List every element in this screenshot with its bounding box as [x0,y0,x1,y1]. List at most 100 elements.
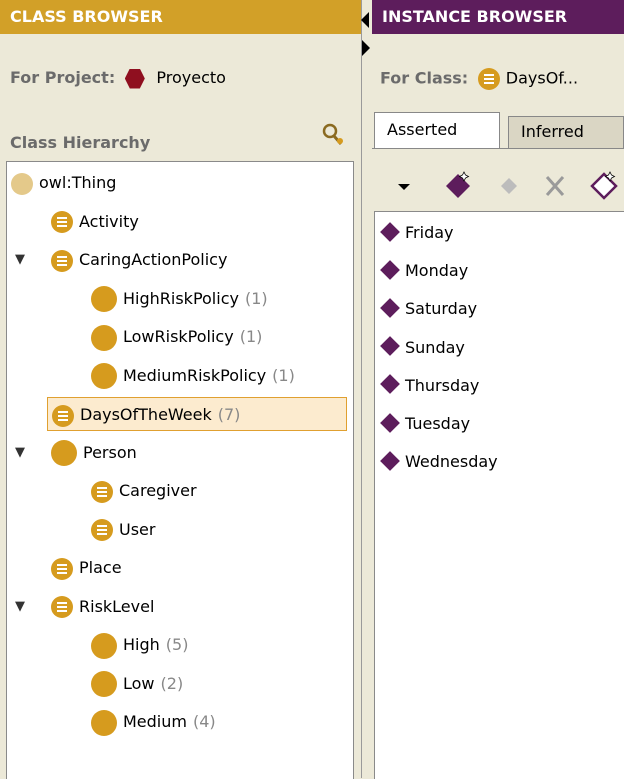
instance-count: (1) [244,288,268,308]
named-class-icon [51,211,73,233]
tree-node[interactable]: Caregiver [91,474,197,508]
class-icon [91,709,117,736]
instance-count: (1) [239,327,263,346]
class-icon [51,440,77,466]
copy-instance-icon[interactable] [496,166,522,206]
tree-node-label: MediumRiskPolicy [123,365,267,385]
selected-class-name: DaysOf... [505,68,579,88]
tree-node-label: HighRiskPolicy [123,288,239,308]
tree-node[interactable]: Medium (4) [91,705,216,739]
tree-node-label: Place [79,558,122,577]
tree-node-label: CaringActionPolicy [79,250,228,269]
tree-node[interactable]: LowRiskPolicy (1) [91,320,262,354]
tree-expander-icon[interactable]: ▼ [15,599,25,614]
tree-node[interactable]: High (5) [91,628,188,662]
tree-node-label: Caregiver [119,481,197,500]
tree-node[interactable]: CaringActionPolicy [51,243,227,277]
instance-label: Thursday [405,375,480,395]
project-row: For Project: Proyecto [10,68,226,89]
tree-node-label: User [119,519,156,539]
instance-label: Monday [405,261,469,281]
instance-list[interactable]: Friday Monday Saturday Sunday Thursday Tuesda… [374,211,624,779]
instance-item[interactable]: Thursday [379,367,479,405]
class-icon [91,286,117,312]
tree-node-label: High [123,635,160,654]
tree-node[interactable]: DaysOfTheWeek (7) [47,397,347,431]
instance-item[interactable]: Saturday [379,290,477,328]
instance-browser-panel: INSTANCE BROWSER For Class: DaysOf... As… [372,0,624,779]
tab-inferred[interactable]: Inferred [508,116,624,148]
instance-icon [380,450,400,471]
named-class-icon [52,404,74,427]
tree-node[interactable]: owl:Thing [11,166,116,200]
instance-count: (1) [272,365,295,385]
tree-node[interactable]: Low (2) [91,667,183,701]
pane-splitter[interactable] [361,0,372,778]
tree-node[interactable]: RiskLevel [51,590,154,624]
delete-instance-icon[interactable] [542,166,568,206]
tree-node[interactable]: MediumRiskPolicy (1) [91,359,295,393]
tree-expander-icon[interactable]: ▼ [15,252,25,267]
collapse-left-arrow-icon[interactable] [361,12,369,28]
tree-node-label: Low [123,673,155,693]
tree-node-label: Person [83,442,137,462]
tree-node[interactable]: HighRiskPolicy (1) [91,282,268,316]
instance-count: (7) [217,405,241,424]
class-icon [91,324,117,351]
class-tree[interactable]: owl:Thing Activity ▼ CaringActionPolicy High… [6,161,354,779]
tree-node[interactable]: Place [51,551,122,585]
edit-instance-icon[interactable] [590,166,620,206]
instance-icon [380,412,400,433]
dropdown-arrow-icon[interactable] [396,166,412,206]
search-class-icon[interactable] [320,121,346,147]
tree-node-label: Medium [123,712,187,731]
instance-item[interactable]: Monday [379,252,468,290]
instance-item[interactable]: Sunday [379,329,465,367]
instance-icon [380,336,400,356]
class-icon [91,632,117,659]
instance-icon [380,297,400,318]
named-class-icon [51,249,73,272]
tree-node-label: RiskLevel [79,596,155,616]
instance-label: Friday [405,223,454,242]
thing-icon [11,172,33,195]
instance-icon [380,221,400,242]
tree-node[interactable]: Activity [51,205,139,239]
tree-node-label: Activity [79,211,139,231]
tree-expander-icon[interactable]: ▼ [15,445,25,460]
tree-node-label: DaysOfTheWeek [80,405,212,424]
project-name: Proyecto [156,68,226,87]
instance-count: (5) [165,635,189,654]
instance-label: Sunday [405,337,465,357]
named-class-icon [91,480,113,503]
for-project-label: For Project: [10,68,116,87]
project-icon [124,68,145,89]
instance-count: (2) [160,673,184,693]
instance-toolbar [372,166,624,206]
class-browser-panel: CLASS BROWSER For Project: Proyecto Clas… [0,0,361,779]
create-instance-icon[interactable] [444,166,474,206]
instance-item[interactable]: Friday [379,214,454,252]
for-class-label: For Class: [380,68,469,88]
tree-node-label: LowRiskPolicy [123,327,234,346]
selected-class-icon [477,68,500,90]
tree-node[interactable]: Person [51,436,137,470]
class-icon [91,363,117,389]
tree-node[interactable]: User [91,513,155,547]
tab-divider [372,148,624,149]
instance-count: (4) [192,712,216,731]
instance-label: Saturday [405,299,478,319]
instance-browser-header: INSTANCE BROWSER [372,0,624,34]
tab-asserted[interactable]: Asserted [374,112,500,148]
instance-icon [380,259,400,280]
tree-node-label: owl:Thing [39,173,117,192]
class-browser-header: CLASS BROWSER [0,0,361,34]
instance-label: Tuesday [405,414,471,433]
named-class-icon [51,596,73,618]
instance-item[interactable]: Tuesday [379,405,470,443]
collapse-right-arrow-icon[interactable] [362,40,370,56]
instance-item[interactable]: Wednesday [379,443,498,481]
instance-label: Wednesday [405,452,498,472]
for-class-row: For Class: DaysOf... [380,68,578,90]
named-class-icon [91,519,113,541]
